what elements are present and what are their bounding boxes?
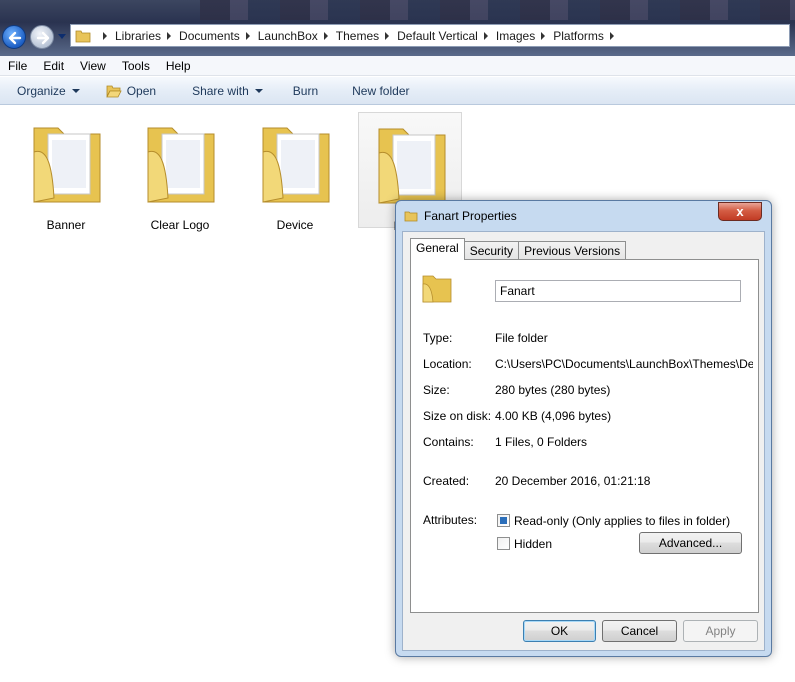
apply-button[interactable]: Apply bbox=[683, 620, 758, 642]
share-with-button[interactable]: Share with bbox=[183, 80, 272, 102]
folder-icon bbox=[262, 127, 330, 203]
folder-icon bbox=[147, 127, 215, 203]
command-toolbar: Organize Open Share with Burn New folder bbox=[0, 77, 795, 105]
breadcrumb-separator-icon[interactable] bbox=[609, 31, 614, 40]
folder-label: Clear Logo bbox=[150, 218, 210, 232]
dialog-title: Fanart Properties bbox=[424, 209, 517, 223]
location-value: C:\Users\PC\Documents\LaunchBox\Themes\D… bbox=[495, 357, 753, 371]
tab-previous-versions[interactable]: Previous Versions bbox=[518, 241, 627, 260]
breadcrumb-item-platforms[interactable]: Platforms bbox=[553, 29, 604, 43]
location-label: Location: bbox=[423, 357, 472, 371]
breadcrumb-separator-icon[interactable] bbox=[385, 31, 390, 40]
address-field[interactable]: Libraries Documents LaunchBox Themes Def… bbox=[70, 24, 790, 47]
tab-general[interactable]: General bbox=[410, 238, 465, 260]
open-folder-icon bbox=[106, 85, 122, 97]
menu-help[interactable]: Help bbox=[158, 59, 199, 73]
contains-label: Contains: bbox=[423, 435, 474, 449]
dialog-body: General Security Previous Versions Fanar… bbox=[402, 231, 765, 651]
burn-label: Burn bbox=[292, 83, 319, 98]
readonly-label[interactable]: Read-only (Only applies to files in fold… bbox=[514, 514, 730, 528]
organize-label: Organize bbox=[17, 83, 66, 98]
hidden-checkbox[interactable] bbox=[497, 537, 510, 550]
properties-dialog: Fanart Properties x General Security Pre… bbox=[395, 200, 772, 657]
new-folder-button[interactable]: New folder bbox=[343, 80, 418, 102]
hidden-label[interactable]: Hidden bbox=[514, 537, 552, 551]
folder-icon bbox=[33, 127, 101, 203]
folder-item-device[interactable]: Device bbox=[243, 112, 347, 232]
attributes-label: Attributes: bbox=[423, 513, 478, 527]
created-value: 20 December 2016, 01:21:18 bbox=[495, 474, 651, 488]
contains-value: 1 Files, 0 Folders bbox=[495, 435, 588, 449]
forward-button[interactable] bbox=[30, 25, 54, 49]
breadcrumb-separator-icon[interactable] bbox=[541, 31, 546, 40]
divider bbox=[421, 498, 739, 499]
recent-pages-dropdown[interactable] bbox=[57, 33, 67, 41]
menu-file[interactable]: File bbox=[0, 59, 35, 73]
chevron-down-icon bbox=[71, 88, 80, 93]
folder-label: Device bbox=[276, 218, 314, 232]
folder-label: Banner bbox=[46, 218, 86, 232]
size-label: Size: bbox=[423, 383, 450, 397]
address-bar-region: Libraries Documents LaunchBox Themes Def… bbox=[0, 0, 795, 56]
breadcrumb-item-libraries[interactable]: Libraries bbox=[115, 29, 161, 43]
cancel-button[interactable]: Cancel bbox=[602, 620, 677, 642]
breadcrumb-separator-icon[interactable] bbox=[103, 31, 107, 40]
tab-strip: General Security Previous Versions bbox=[410, 238, 627, 260]
advanced-button[interactable]: Advanced... bbox=[639, 532, 742, 554]
close-icon: x bbox=[736, 204, 744, 219]
breadcrumb-separator-icon[interactable] bbox=[167, 31, 172, 40]
type-value: File folder bbox=[495, 331, 548, 345]
type-label: Type: bbox=[423, 331, 453, 345]
folder-name-input[interactable]: Fanart bbox=[495, 280, 741, 302]
readonly-checkbox[interactable] bbox=[497, 514, 510, 527]
folder-icon bbox=[378, 128, 446, 204]
size-on-disk-label: Size on disk: bbox=[423, 409, 492, 423]
divider bbox=[421, 459, 739, 460]
close-button[interactable]: x bbox=[718, 202, 762, 221]
size-on-disk-value: 4.00 KB (4,096 bytes) bbox=[495, 409, 612, 423]
background-decoration bbox=[200, 0, 795, 20]
breadcrumb-separator-icon[interactable] bbox=[323, 31, 328, 40]
folder-icon bbox=[75, 30, 91, 42]
size-value: 280 bytes (280 bytes) bbox=[495, 383, 611, 397]
folder-icon bbox=[404, 211, 418, 222]
breadcrumb-item-images[interactable]: Images bbox=[496, 29, 535, 43]
menu-edit[interactable]: Edit bbox=[35, 59, 72, 73]
open-label: Open bbox=[126, 83, 157, 98]
breadcrumb-item-launchbox[interactable]: LaunchBox bbox=[258, 29, 318, 43]
new-folder-label: New folder bbox=[352, 83, 410, 98]
back-button[interactable] bbox=[2, 25, 26, 49]
created-label: Created: bbox=[423, 474, 470, 488]
divider bbox=[421, 317, 739, 318]
breadcrumb-item-documents[interactable]: Documents bbox=[179, 29, 240, 43]
menu-bar: File Edit View Tools Help bbox=[0, 56, 795, 76]
tab-security[interactable]: Security bbox=[463, 241, 520, 260]
folder-icon bbox=[422, 275, 452, 303]
general-tab-panel: Fanart Type: File folder Location: C:\Us… bbox=[410, 259, 759, 613]
breadcrumb-separator-icon[interactable] bbox=[483, 31, 488, 40]
breadcrumb-separator-icon[interactable] bbox=[245, 31, 250, 40]
share-with-label: Share with bbox=[192, 83, 249, 98]
folder-item-clear-logo[interactable]: Clear Logo bbox=[128, 112, 232, 232]
menu-view[interactable]: View bbox=[72, 59, 114, 73]
breadcrumb: Libraries Documents LaunchBox Themes Def… bbox=[97, 29, 622, 43]
forward-arrow-icon bbox=[36, 31, 50, 45]
burn-button[interactable]: Burn bbox=[284, 80, 327, 102]
folder-item-banner[interactable]: Banner bbox=[14, 112, 118, 232]
chevron-down-icon bbox=[254, 88, 263, 93]
organize-button[interactable]: Organize bbox=[0, 80, 89, 102]
breadcrumb-item-themes[interactable]: Themes bbox=[336, 29, 379, 43]
open-button[interactable]: Open bbox=[97, 80, 165, 102]
menu-tools[interactable]: Tools bbox=[114, 59, 158, 73]
ok-button[interactable]: OK bbox=[523, 620, 596, 642]
back-arrow-icon bbox=[8, 31, 22, 45]
breadcrumb-item-default-vertical[interactable]: Default Vertical bbox=[397, 29, 478, 43]
